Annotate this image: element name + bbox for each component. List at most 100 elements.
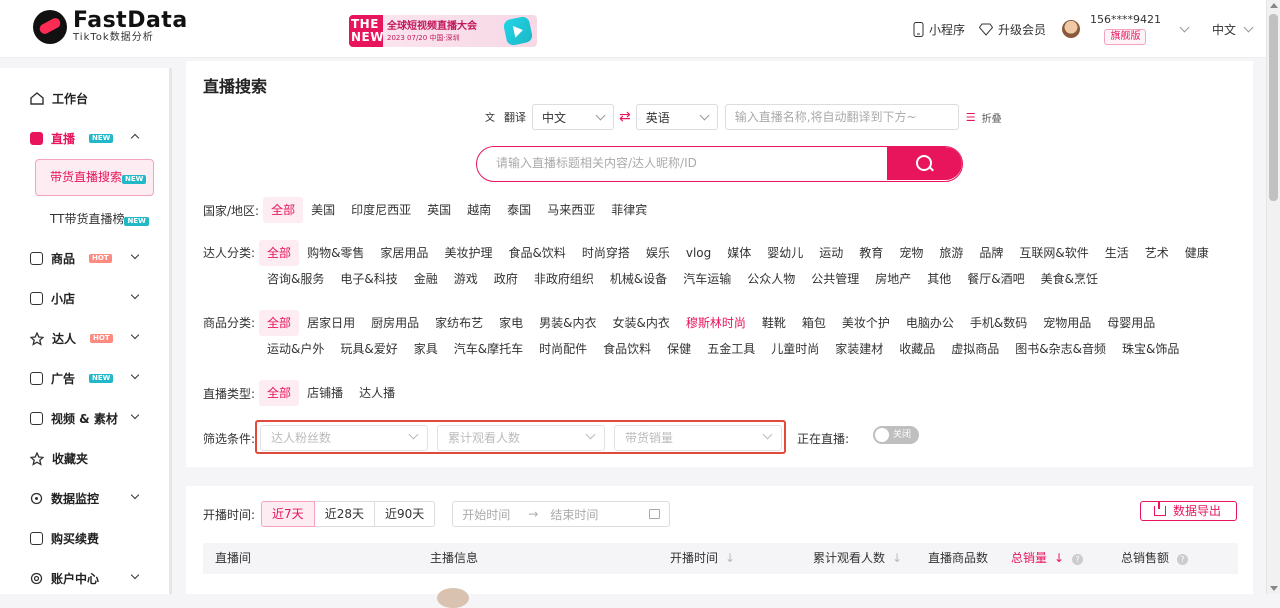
sidebar-item-shop[interactable]: 小店 xyxy=(30,290,140,307)
filter-option[interactable]: 机械&设备 xyxy=(602,266,675,292)
filter-option[interactable]: 生活 xyxy=(1097,240,1137,266)
filter-option[interactable]: 女装&内衣 xyxy=(604,310,677,336)
col-total-sales[interactable]: 总销量 ↓? xyxy=(1011,543,1084,574)
filter-option[interactable]: 居家日用 xyxy=(299,310,363,336)
filter-option[interactable]: 公众人物 xyxy=(739,266,803,292)
filter-option[interactable]: 游戏 xyxy=(446,266,486,292)
filter-option[interactable]: 全部 xyxy=(263,197,304,223)
filter-option[interactable]: 家纺布艺 xyxy=(427,310,491,336)
filter-option[interactable]: 店铺播 xyxy=(299,380,351,406)
filter-option[interactable]: 汽车&摩托车 xyxy=(446,336,531,362)
filter-option[interactable]: 其他 xyxy=(919,266,959,292)
col-total-viewers[interactable]: 累计观看人数 ↓ xyxy=(813,543,902,574)
filter-option[interactable]: 娱乐 xyxy=(638,240,678,266)
filter-option[interactable]: 全部 xyxy=(259,310,300,336)
help-icon[interactable]: ? xyxy=(1072,554,1084,565)
filter-option[interactable]: 达人播 xyxy=(351,380,403,406)
sidebar-item-purchase[interactable]: 购买续费 xyxy=(30,530,99,547)
filter-option[interactable]: 鞋靴 xyxy=(754,310,794,336)
filter-option[interactable]: 政府 xyxy=(486,266,526,292)
logo[interactable]: FastData TikTok数据分析 xyxy=(33,10,188,44)
range-7d-button[interactable]: 近7天 xyxy=(261,501,315,527)
sales-volume-select[interactable]: 带货销量 xyxy=(614,425,782,451)
filter-option[interactable]: vlog xyxy=(678,240,719,266)
filter-option[interactable]: 马来西亚 xyxy=(539,197,603,223)
filter-option[interactable]: 非政府组织 xyxy=(526,266,602,292)
filter-option[interactable]: 男装&内衣 xyxy=(531,310,604,336)
filter-option[interactable]: 公共管理 xyxy=(803,266,867,292)
mini-program-link[interactable]: 小程序 xyxy=(913,21,965,38)
filter-option[interactable]: 时尚穿搭 xyxy=(574,240,638,266)
filter-option[interactable]: 宠物用品 xyxy=(1035,310,1099,336)
filter-option[interactable]: 家居用品 xyxy=(372,240,436,266)
filter-option[interactable]: 电子&科技 xyxy=(332,266,405,292)
sidebar-item-account[interactable]: 账户中心 xyxy=(30,570,140,587)
filter-option[interactable]: 美食&烹饪 xyxy=(1033,266,1106,292)
sidebar-item-ads[interactable]: 广告 NEW xyxy=(30,370,140,387)
fans-count-select[interactable]: 达人粉丝数 xyxy=(260,425,428,451)
filter-option[interactable]: 家电 xyxy=(491,310,531,336)
sidebar-item-live[interactable]: 直播 NEW xyxy=(30,130,140,147)
filter-option[interactable]: 健康 xyxy=(1177,240,1217,266)
filter-option[interactable]: 家具 xyxy=(406,336,446,362)
scroll-up-arrow-icon[interactable] xyxy=(1270,3,1278,8)
filter-option[interactable]: 五金工具 xyxy=(699,336,763,362)
filter-option[interactable]: 美妆护理 xyxy=(436,240,500,266)
chevron-down-icon[interactable] xyxy=(1179,22,1190,32)
filter-option[interactable]: 儿童时尚 xyxy=(763,336,827,362)
filter-option[interactable]: 电脑办公 xyxy=(898,310,962,336)
range-28d-button[interactable]: 近28天 xyxy=(313,501,375,527)
filter-option[interactable]: 旅游 xyxy=(931,240,971,266)
filter-option[interactable]: 宠物 xyxy=(891,240,931,266)
filter-option[interactable]: 珠宝&饰品 xyxy=(1114,336,1187,362)
range-90d-button[interactable]: 近90天 xyxy=(373,501,436,527)
filter-option[interactable]: 家装建材 xyxy=(827,336,891,362)
filter-option[interactable]: 运动 xyxy=(811,240,851,266)
filter-option[interactable]: 菲律宾 xyxy=(603,197,655,223)
filter-option[interactable]: 美妆个护 xyxy=(834,310,898,336)
filter-option[interactable]: 厨房用品 xyxy=(363,310,427,336)
filter-option[interactable]: 虚拟商品 xyxy=(943,336,1007,362)
source-language-select[interactable]: 中文 xyxy=(532,104,614,130)
filter-option[interactable]: 食品&饮料 xyxy=(500,240,573,266)
language-select[interactable]: 中文 xyxy=(1212,21,1254,38)
filter-option[interactable]: 房地产 xyxy=(867,266,919,292)
date-range-picker[interactable]: 开始时间 → 结束时间 xyxy=(452,501,671,527)
filter-option[interactable]: 时尚配件 xyxy=(531,336,595,362)
filter-option[interactable]: 汽车运输 xyxy=(675,266,739,292)
col-start-time[interactable]: 开播时间 ↓ xyxy=(670,543,735,574)
filter-option[interactable]: 保健 xyxy=(659,336,699,362)
sidebar-item-data-monitor[interactable]: 数据监控 xyxy=(30,490,140,507)
filter-option[interactable]: 婴幼儿 xyxy=(759,240,811,266)
filter-option[interactable]: 泰国 xyxy=(499,197,539,223)
help-icon[interactable]: ? xyxy=(1177,554,1189,565)
filter-option[interactable]: 手机&数码 xyxy=(962,310,1035,336)
filter-option[interactable]: 越南 xyxy=(459,197,499,223)
sidebar-scrollbar[interactable] xyxy=(169,68,172,594)
sidebar-sub-live-rank[interactable]: TT带货直播榜 NEW xyxy=(50,210,149,227)
filter-option[interactable]: 图书&杂志&音频 xyxy=(1007,336,1114,362)
scroll-down-arrow-icon[interactable] xyxy=(1270,586,1278,591)
search-input[interactable]: 请输入直播标题相关内容/达人昵称/ID xyxy=(476,146,963,182)
filter-option[interactable]: 收藏品 xyxy=(891,336,943,362)
fold-button[interactable]: ☰ 折叠 xyxy=(966,110,1002,125)
sidebar-item-video-material[interactable]: 视频 & 素材 xyxy=(30,410,140,427)
swap-languages-icon[interactable]: ⇄ xyxy=(619,109,631,125)
viewers-count-select[interactable]: 累计观看人数 xyxy=(437,425,605,451)
filter-option[interactable]: 品牌 xyxy=(971,240,1011,266)
filter-option[interactable]: 媒体 xyxy=(719,240,759,266)
sidebar-item-creators[interactable]: 达人 HOT xyxy=(30,330,140,347)
filter-option[interactable]: 母婴用品 xyxy=(1099,310,1163,336)
filter-option[interactable]: 购物&零售 xyxy=(299,240,372,266)
target-language-select[interactable]: 英语 xyxy=(635,104,718,130)
avatar[interactable] xyxy=(1061,20,1080,38)
filter-option[interactable]: 穆斯林时尚 xyxy=(678,310,754,336)
user-menu[interactable]: 156****9421 旗舰版 xyxy=(1090,13,1161,45)
filter-option[interactable]: 餐厅&酒吧 xyxy=(959,266,1032,292)
event-banner[interactable]: THE NEW 全球短视频直播大会 2023 07/20 中国·深圳 xyxy=(349,15,537,47)
sidebar-sub-live-search[interactable]: 带货直播搜索 NEW xyxy=(35,159,154,196)
filter-option[interactable]: 英国 xyxy=(419,197,459,223)
export-data-button[interactable]: 数据导出 xyxy=(1140,501,1237,521)
filter-option[interactable]: 全部 xyxy=(259,380,300,406)
search-button[interactable] xyxy=(887,147,962,180)
